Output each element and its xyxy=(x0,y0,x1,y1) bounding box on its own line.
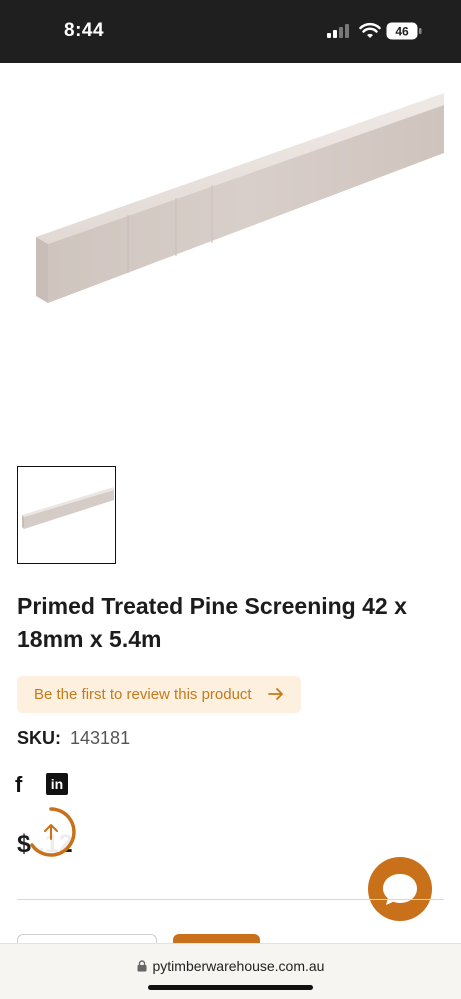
linkedin-share-icon[interactable]: in xyxy=(46,773,68,795)
sku: SKU: 143181 xyxy=(17,728,130,749)
product-title: Primed Treated Pine Screening 42 x 18mm … xyxy=(17,593,407,652)
product-thumbnail[interactable] xyxy=(17,466,116,564)
divider xyxy=(17,899,444,900)
lock-icon xyxy=(137,960,146,972)
cellular-signal-icon xyxy=(327,24,349,38)
battery-icon: 46 xyxy=(386,22,422,40)
scroll-to-top-button[interactable] xyxy=(25,806,77,858)
url-display[interactable]: pytimberwarehouse.com.au xyxy=(0,958,461,974)
battery-level: 46 xyxy=(395,25,409,39)
review-cta-label: Be the first to review this product xyxy=(34,686,252,703)
arrow-right-icon xyxy=(268,688,283,700)
review-product-button[interactable]: Be the first to review this product xyxy=(17,676,301,713)
timber-board-thumbnail-image xyxy=(22,487,114,529)
status-time: 8:44 xyxy=(64,20,105,41)
product-hero-image[interactable] xyxy=(0,63,461,443)
sku-label: SKU: xyxy=(17,728,61,748)
facebook-share-icon[interactable]: f xyxy=(15,772,22,798)
home-indicator[interactable] xyxy=(148,985,313,990)
chat-button[interactable] xyxy=(368,857,432,921)
browser-address-bar[interactable]: pytimberwarehouse.com.au xyxy=(0,943,461,999)
url-text: pytimberwarehouse.com.au xyxy=(152,958,325,974)
timber-board-image xyxy=(36,93,444,303)
chat-bubble-icon xyxy=(383,874,417,905)
sku-value: 143181 xyxy=(70,728,131,748)
wifi-icon xyxy=(359,22,381,38)
status-bar: 8:44 46 xyxy=(0,0,461,63)
